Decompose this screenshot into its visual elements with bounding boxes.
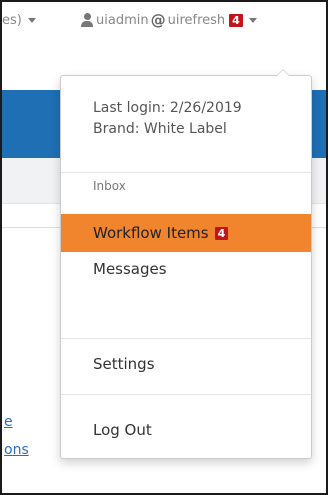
- account-info: Last login: 2/26/2019 Brand: White Label: [93, 98, 242, 140]
- user-icon: [81, 13, 93, 27]
- workflow-count-badge: 4: [214, 226, 229, 240]
- page-link[interactable]: e: [4, 414, 13, 430]
- menu-item-workflow-items[interactable]: Workflow Items 4: [61, 214, 311, 252]
- menu-item-log-out[interactable]: Log Out: [61, 411, 311, 449]
- last-login-text: Last login: 2/26/2019: [93, 100, 242, 116]
- menu-item-label: Workflow Items: [93, 224, 209, 242]
- menu-item-label: Messages: [93, 260, 167, 278]
- caret-down-icon: [248, 17, 257, 23]
- divider: [61, 172, 311, 173]
- top-navbar: es) uiadmin @ uirefresh 4: [2, 2, 326, 46]
- site-name: uirefresh: [167, 12, 226, 28]
- user-dropdown-menu: Last login: 2/26/2019 Brand: White Label…: [60, 69, 312, 459]
- app-window: es) uiadmin @ uirefresh 4 e ons Last log…: [0, 0, 328, 495]
- notification-badge: 4: [229, 13, 243, 27]
- page-link[interactable]: ons: [4, 442, 29, 458]
- menu-item-settings[interactable]: Settings: [61, 345, 311, 383]
- menu-item-label: Settings: [93, 355, 155, 373]
- divider: [61, 338, 311, 339]
- inbox-section-header: Inbox: [93, 179, 126, 193]
- brand-text: Brand: White Label: [93, 121, 227, 137]
- context-dropdown[interactable]: es): [2, 13, 36, 28]
- caret-down-icon: [27, 18, 36, 23]
- divider: [61, 394, 311, 395]
- menu-item-label: Log Out: [93, 421, 152, 439]
- context-dropdown-label: es): [2, 13, 22, 28]
- menu-item-messages[interactable]: Messages: [61, 250, 311, 288]
- at-symbol: @: [150, 11, 166, 29]
- user-menu-toggle[interactable]: uiadmin @ uirefresh 4: [81, 11, 257, 29]
- user-name: uiadmin: [96, 12, 149, 28]
